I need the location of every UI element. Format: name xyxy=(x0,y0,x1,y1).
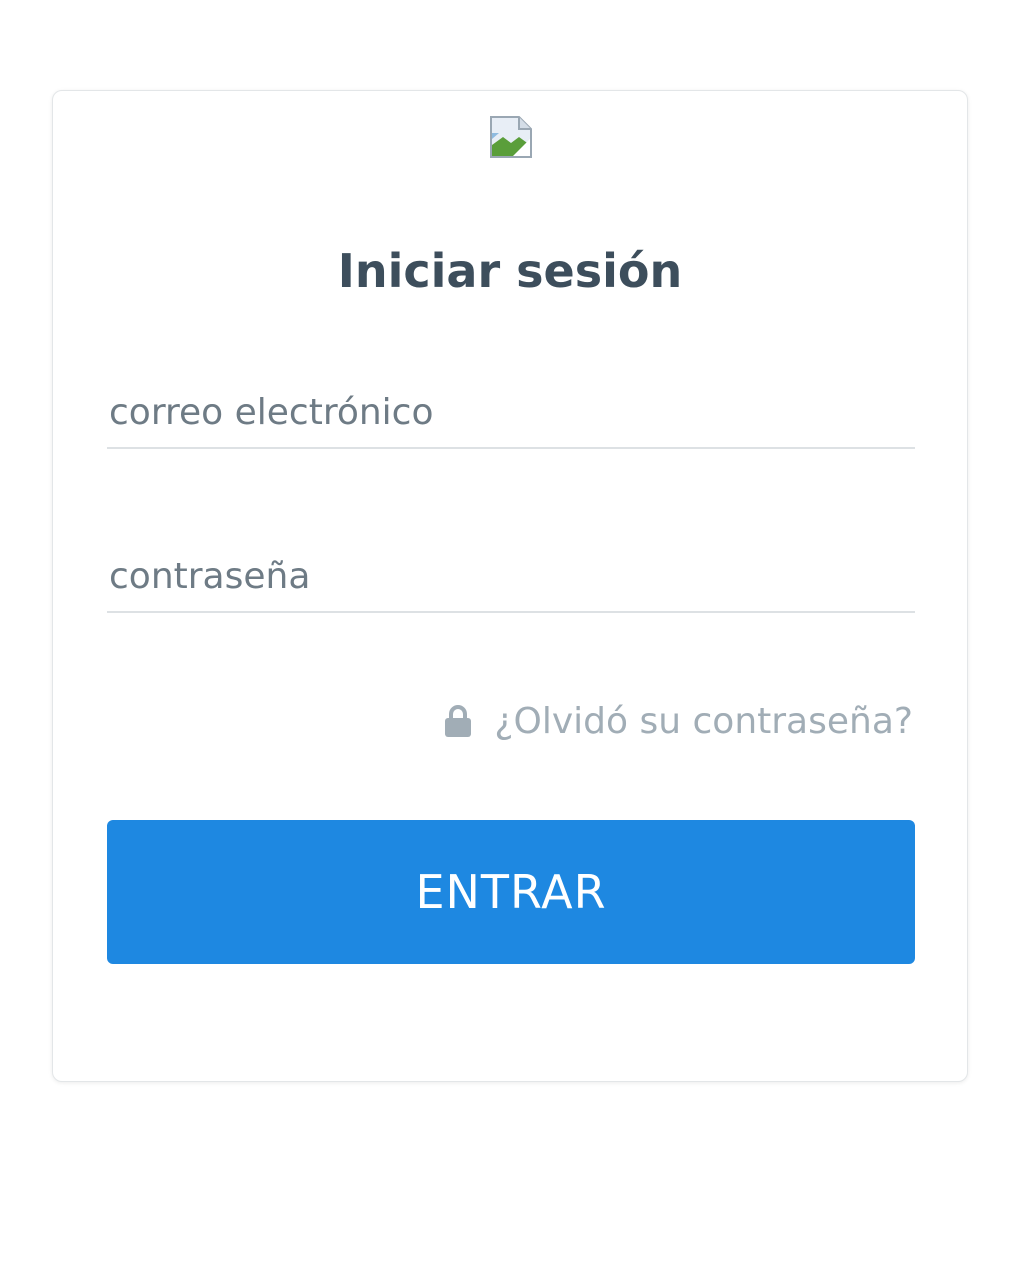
login-card: Iniciar sesión ¿Olvidó su contraseña? EN… xyxy=(52,90,968,1082)
email-field[interactable] xyxy=(107,377,915,449)
forgot-password-link[interactable]: ¿Olvidó su contraseña? xyxy=(444,695,913,747)
page-title: Iniciar sesión xyxy=(337,244,683,298)
lock-icon xyxy=(444,704,472,738)
broken-image-icon xyxy=(489,115,533,159)
password-field[interactable] xyxy=(107,541,915,613)
submit-button[interactable]: ENTRAR xyxy=(107,820,915,964)
forgot-password-label: ¿Olvidó su contraseña? xyxy=(494,700,913,742)
